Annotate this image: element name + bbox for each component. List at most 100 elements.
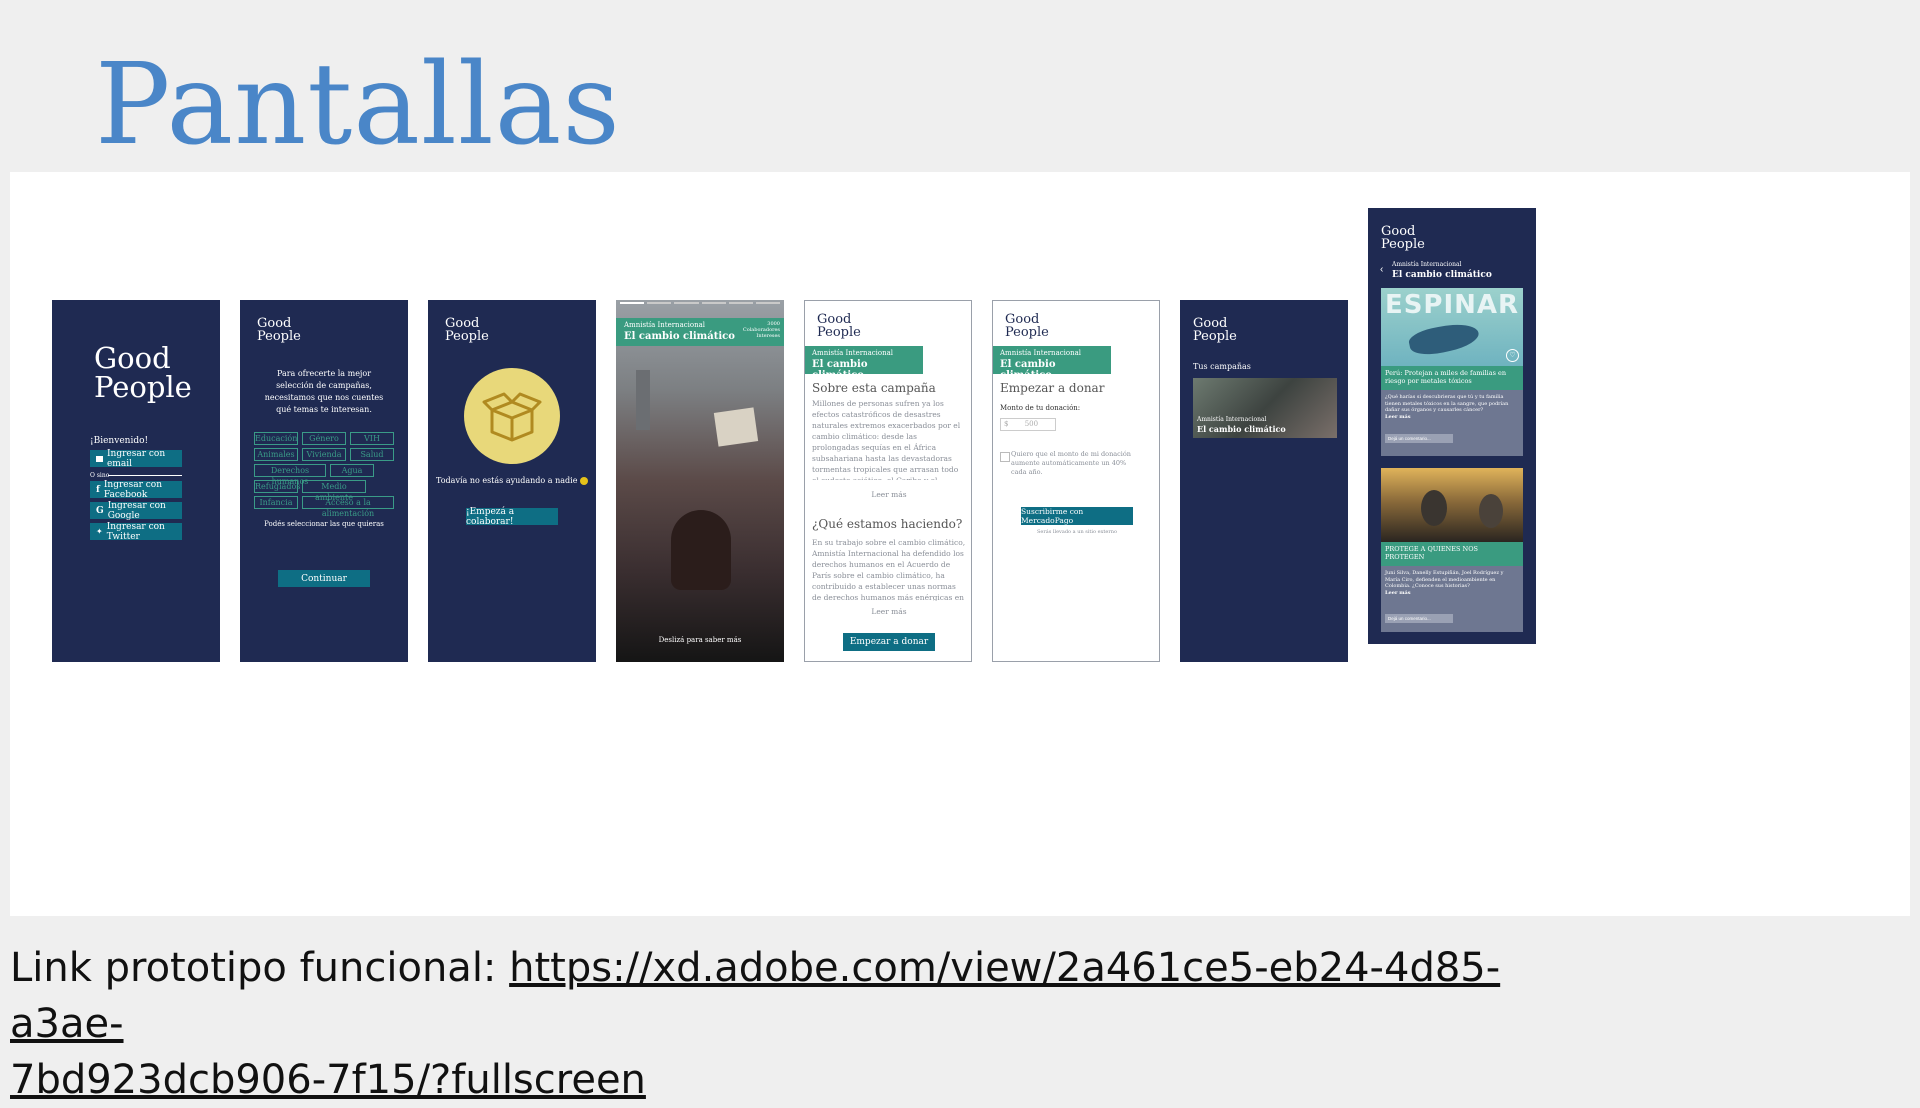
interests-intro: Para ofrecerte la mejor selección de cam… (264, 369, 384, 414)
org-name: Amnistía Internacional (1000, 349, 1082, 357)
tag-acceso-alimentacion[interactable]: Acceso a la alimentación (302, 496, 394, 518)
card-campaign: El cambio climático (1197, 424, 1286, 434)
brand-line2: People (817, 325, 861, 340)
story-segment (674, 302, 699, 304)
amount-placeholder: 500 (1024, 420, 1039, 428)
screen-campaign-photo: Amnistía Internacional El cambio climáti… (616, 300, 784, 662)
face-shape (1421, 490, 1447, 526)
back-chevron-icon[interactable]: ‹ (1380, 264, 1383, 275)
swipe-hint: Deslizá para saber más (658, 636, 742, 644)
about-title: Sobre esta campaña (812, 381, 936, 395)
heart-icon[interactable]: ♡ (1506, 349, 1519, 362)
link-label: Link prototipo funcional: (10, 945, 497, 991)
brand-logo: Good People (817, 313, 861, 339)
auto-increase-text: Quiero que el monto de mi donación aumen… (1011, 450, 1131, 476)
post1-title: Perú: Protejan a miles de familias en ri… (1381, 366, 1523, 390)
face-shape (1479, 494, 1503, 528)
tag-agua[interactable]: Agua (330, 464, 374, 477)
comment-input[interactable]: Dejá un comentario... (1385, 613, 1453, 623)
google-login-button[interactable]: G Ingresar con Google (90, 501, 182, 521)
tag-medio-ambiente[interactable]: Medio ambiente (302, 480, 366, 502)
tag-vih[interactable]: VIH (350, 432, 394, 445)
facebook-login-label: Ingresar con Facebook (103, 479, 163, 500)
post2-read-more[interactable]: Leer más (1385, 590, 1519, 596)
box-icon (482, 392, 542, 442)
divider (108, 475, 182, 476)
post-image-espinar: ESPINAR ♡ (1381, 288, 1523, 366)
brand-line2: People (445, 329, 489, 344)
start-collaborating-button[interactable]: ¡Empezá a colaborar! (466, 507, 558, 527)
doing-title: ¿Qué estamos haciendo? (812, 517, 963, 531)
mercadopago-button[interactable]: Suscribirme con MercadoPago (1021, 507, 1133, 525)
link-url-part2: 7bd923dcb906-7f15/?fullscreen (10, 1057, 646, 1103)
empty-box-badge (464, 368, 560, 464)
tag-salud[interactable]: Salud (350, 448, 394, 461)
campaign-name: El cambio climático (1000, 359, 1056, 381)
brand-logo: Good People (1005, 313, 1049, 339)
twitter-login-button[interactable]: ✦ Ingresar con Twitter (90, 521, 182, 542)
or-text: O sino (90, 472, 110, 479)
empty-message-text: Todavía no estás ayudando a nadie (436, 476, 578, 485)
facebook-icon: f (96, 484, 100, 495)
mail-icon (96, 455, 103, 462)
bird-shape (1407, 319, 1481, 359)
screen-donation: Good People Amnistía Internacional El ca… (992, 300, 1160, 662)
continue-button[interactable]: Continuar (278, 570, 370, 587)
amount-input[interactable]: $ 500 (1000, 418, 1056, 431)
post-image-defenders (1381, 468, 1523, 542)
screen-your-campaigns: Good People Tus campañas Amnistía Intern… (1180, 300, 1348, 662)
campaign-name: El cambio climático (812, 359, 868, 381)
tower-shape (636, 370, 650, 430)
welcome-text: ¡Bienvenido! (90, 436, 149, 446)
campaign-header: Amnistía Internacional El cambio climáti… (805, 346, 923, 381)
story-segment (728, 302, 753, 304)
screen-login: Good People ¡Bienvenido! Ingresar con em… (52, 300, 220, 662)
read-more-link[interactable]: Leer más (805, 606, 971, 617)
screens-panel: Good People ¡Bienvenido! Ingresar con em… (10, 172, 1910, 916)
protester-figure (671, 510, 731, 590)
tag-genero[interactable]: Género (302, 432, 346, 445)
tag-animales[interactable]: Animales (254, 448, 298, 461)
read-more-link[interactable]: Leer más (805, 489, 971, 500)
org-name: Amnistía Internacional (812, 349, 894, 357)
empty-message: Todavía no estás ayudando a nadie (428, 476, 596, 485)
brand-line2: People (257, 329, 301, 344)
redirect-note: Serás llevado a un sitio externo (1036, 529, 1117, 535)
tag-derechos-humanos[interactable]: Derechos humanos (254, 464, 326, 486)
screen-interests: Good People Para ofrecerte la mejor sele… (240, 300, 408, 662)
post1-read-more[interactable]: Leer más (1385, 414, 1519, 420)
brand-logo: Good People (1381, 225, 1425, 251)
tag-educacion[interactable]: Educación (254, 432, 298, 445)
interests-hint: Podés seleccionar las que quieras (264, 520, 384, 528)
brand-logo: Good People (94, 344, 192, 402)
card-org: Amnistía Internacional (1197, 416, 1267, 423)
sad-emoji-icon (579, 477, 588, 485)
story-segment (755, 302, 781, 304)
brand-line2: People (1193, 329, 1237, 344)
slide-title: Pantallas (95, 40, 621, 170)
campaign-card[interactable]: Amnistía Internacional El cambio climáti… (1193, 378, 1337, 438)
tag-infancia[interactable]: Infancia (254, 496, 298, 509)
screen-empty: Good People Todavía no estás ayudando a … (428, 300, 596, 662)
story-progress (616, 300, 784, 304)
post2-title: PROTEGE A QUIENES NOS PROTEGEN (1381, 542, 1523, 566)
brand-logo: Good People (257, 317, 301, 343)
tag-refugiados[interactable]: Refugiados (254, 480, 300, 493)
amount-label: Monto de tu donación: (1000, 404, 1081, 412)
google-icon: G (96, 505, 104, 516)
email-login-button[interactable]: Ingresar con email (90, 448, 182, 469)
start-donating-button[interactable]: Empezar a donar (843, 633, 935, 651)
story-segment (647, 302, 672, 304)
comment-input[interactable]: Dejá un comentario... (1385, 433, 1453, 443)
protest-sign (713, 407, 759, 447)
twitter-login-label: Ingresar con Twitter (106, 521, 165, 542)
auto-increase-checkbox[interactable] (1000, 452, 1010, 462)
brand-logo: Good People (1193, 317, 1237, 343)
story-segment (701, 302, 726, 304)
email-login-label: Ingresar con email (106, 448, 166, 469)
stat-interests: Intereses (756, 333, 780, 339)
tag-vivienda[interactable]: Vivienda (302, 448, 346, 461)
post1-body: ¿Qué harías si descubrieras que tú y tu … (1381, 390, 1523, 456)
facebook-login-button[interactable]: f Ingresar con Facebook (90, 479, 182, 500)
post2-body: Juni Silva, Danelly Estupiñán, Joel Rodr… (1381, 566, 1523, 632)
